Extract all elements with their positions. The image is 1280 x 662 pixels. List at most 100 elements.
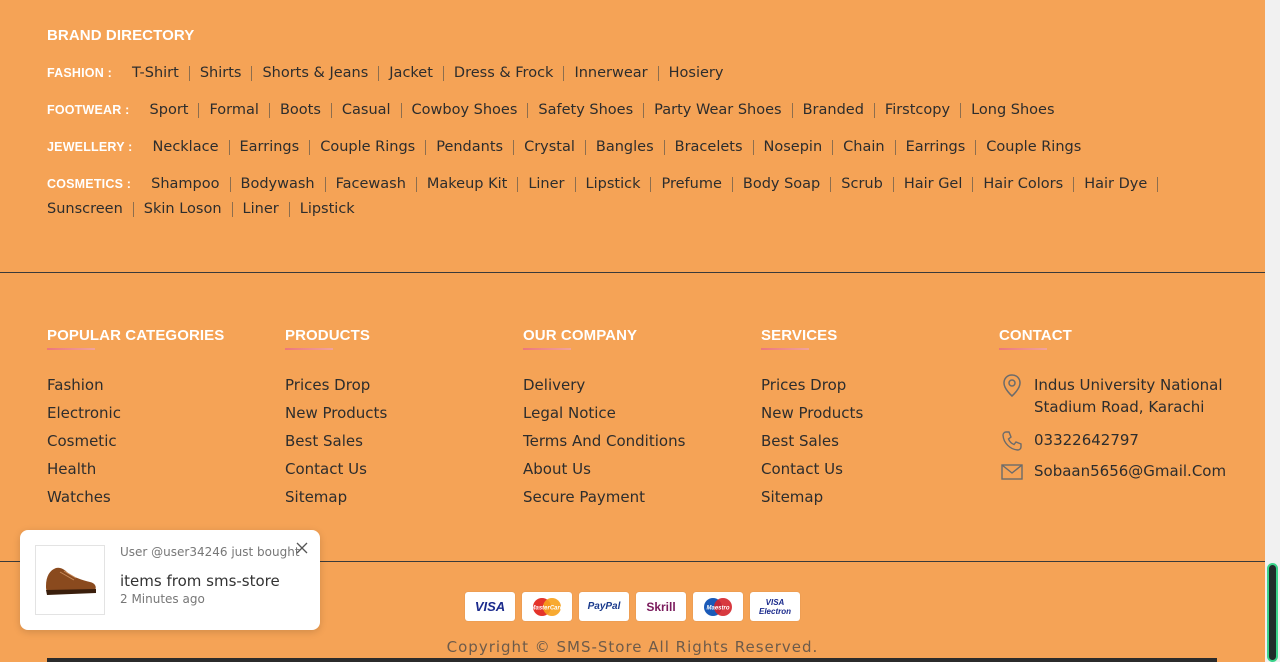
footer-link[interactable]: About Us: [523, 460, 685, 488]
brand-link[interactable]: Hair Dye: [1074, 177, 1159, 192]
brand-link[interactable]: Earrings: [230, 140, 311, 155]
footer-link[interactable]: Watches: [47, 488, 224, 516]
phone-number[interactable]: 03322642797: [1034, 429, 1139, 451]
brand-link[interactable]: Skin Loson: [134, 202, 233, 217]
email-address[interactable]: Sobaan5656@Gmail.Com: [1034, 460, 1226, 482]
brand-link[interactable]: Prefume: [651, 177, 733, 192]
brand-link[interactable]: Couple Rings: [976, 140, 1091, 155]
title-underline: [523, 348, 571, 350]
brand-link[interactable]: Shampoo: [145, 177, 231, 192]
brand-link[interactable]: Safety Shoes: [528, 103, 645, 118]
brand-link[interactable]: Branded: [793, 103, 875, 118]
close-icon[interactable]: [295, 540, 309, 554]
brand-link[interactable]: Sunscreen: [47, 202, 134, 217]
column-title: CONTACT: [999, 327, 1072, 344]
brand-link[interactable]: Facewash: [326, 177, 417, 192]
brand-link[interactable]: Liner: [518, 177, 576, 192]
brand-link[interactable]: Shirts: [190, 66, 253, 81]
brand-link[interactable]: Chain: [833, 140, 896, 155]
toast-time: 2 Minutes ago: [120, 592, 205, 606]
brand-link[interactable]: Hair Gel: [894, 177, 974, 192]
scrollbar[interactable]: [1265, 0, 1280, 662]
brand-link[interactable]: Bangles: [586, 140, 665, 155]
scrollbar-thumb[interactable]: [1267, 563, 1278, 662]
brand-link[interactable]: Makeup Kit: [417, 177, 519, 192]
purchase-notification-toast[interactable]: User @user34246 just bought items from s…: [20, 530, 320, 630]
brand-link[interactable]: Liner: [233, 202, 290, 217]
footer-link[interactable]: New Products: [285, 404, 387, 432]
brand-link[interactable]: Hosiery: [659, 66, 734, 81]
footer-link[interactable]: Health: [47, 460, 224, 488]
footer-link[interactable]: Fashion: [47, 376, 224, 404]
mastercard-icon: MasterCard: [522, 592, 572, 621]
footer-link[interactable]: Prices Drop: [761, 376, 863, 404]
brand-link[interactable]: Bodywash: [231, 177, 326, 192]
brand-link[interactable]: Necklace: [147, 140, 230, 155]
footer-link[interactable]: Best Sales: [761, 432, 863, 460]
payment-methods: VISA MasterCard PayPal Skrill Maestro VI…: [465, 592, 800, 621]
brand-link[interactable]: Casual: [332, 103, 402, 118]
footer-link[interactable]: Cosmetic: [47, 432, 224, 460]
footer-link[interactable]: Best Sales: [285, 432, 387, 460]
brand-link[interactable]: Hair Colors: [973, 177, 1075, 192]
brand-link[interactable]: Party Wear Shoes: [644, 103, 793, 118]
toast-message: items from sms-store: [120, 572, 280, 590]
footer-link[interactable]: Secure Payment: [523, 488, 685, 516]
footer: BRAND DIRECTORY FASHION : T-Shirt Shirts…: [0, 0, 1265, 662]
brand-link[interactable]: Jacket: [379, 66, 444, 81]
footer-link[interactable]: Sitemap: [285, 488, 387, 516]
brand-link[interactable]: Lipstick: [290, 202, 365, 217]
brand-label: FASHION :: [47, 66, 112, 80]
popular-categories-column: POPULAR CATEGORIES Fashion Electronic Co…: [47, 327, 224, 516]
footer-link[interactable]: Electronic: [47, 404, 224, 432]
brand-link[interactable]: Innerwear: [564, 66, 659, 81]
bottom-strip: [47, 658, 1217, 662]
brand-row-jewellery: JEWELLERY : Necklace Earrings Couple Rin…: [47, 140, 1237, 165]
services-column: SERVICES Prices Drop New Products Best S…: [761, 327, 863, 516]
footer-link[interactable]: Legal Notice: [523, 404, 685, 432]
column-title: PRODUCTS: [285, 327, 370, 344]
address-line-2: Stadium Road, Karachi: [1034, 398, 1205, 416]
brand-link[interactable]: Shorts & Jeans: [252, 66, 380, 81]
brand-link[interactable]: T-Shirt: [126, 66, 190, 81]
divider: [0, 272, 1265, 273]
brand-link[interactable]: Sport: [144, 103, 200, 118]
brand-link[interactable]: Dress & Frock: [444, 66, 565, 81]
brand-link[interactable]: Nosepin: [754, 140, 834, 155]
brand-link[interactable]: Firstcopy: [875, 103, 962, 118]
footer-link[interactable]: Prices Drop: [285, 376, 387, 404]
brand-link[interactable]: Pendants: [426, 140, 515, 155]
mail-icon: [999, 460, 1025, 484]
brand-link[interactable]: Bracelets: [665, 140, 754, 155]
footer-link[interactable]: Terms And Conditions: [523, 432, 685, 460]
phone-icon: [999, 429, 1025, 453]
column-title: SERVICES: [761, 327, 838, 344]
address-line-1: Indus University National: [1034, 376, 1223, 394]
brand-label: COSMETICS :: [47, 177, 132, 191]
brand-link[interactable]: Body Soap: [733, 177, 832, 192]
brand-link[interactable]: Couple Rings: [310, 140, 427, 155]
footer-link[interactable]: Sitemap: [761, 488, 863, 516]
footer-link[interactable]: Contact Us: [285, 460, 387, 488]
product-thumbnail: [35, 545, 105, 615]
footer-link[interactable]: New Products: [761, 404, 863, 432]
column-title: OUR COMPANY: [523, 327, 638, 344]
title-underline: [761, 348, 809, 350]
contact-address: Indus University National Stadium Road, …: [999, 374, 1222, 418]
toast-user-text: User @user34246 just bought: [120, 545, 300, 559]
brand-link[interactable]: Scrub: [831, 177, 894, 192]
brand-link[interactable]: Lipstick: [576, 177, 652, 192]
brand-link[interactable]: Crystal: [514, 140, 586, 155]
brand-link[interactable]: Long Shoes: [961, 103, 1064, 118]
brand-row-fashion: FASHION : T-Shirt Shirts Shorts & Jeans …: [47, 66, 1237, 91]
column-title: POPULAR CATEGORIES: [47, 327, 225, 344]
brand-link[interactable]: Earrings: [896, 140, 977, 155]
our-company-column: OUR COMPANY Delivery Legal Notice Terms …: [523, 327, 685, 516]
brand-link[interactable]: Cowboy Shoes: [402, 103, 529, 118]
contact-column: CONTACT: [999, 327, 1072, 350]
footer-link[interactable]: Delivery: [523, 376, 685, 404]
brand-link[interactable]: Boots: [270, 103, 332, 118]
brand-link[interactable]: Formal: [199, 103, 270, 118]
contact-email: Sobaan5656@Gmail.Com: [999, 460, 1226, 484]
footer-link[interactable]: Contact Us: [761, 460, 863, 488]
